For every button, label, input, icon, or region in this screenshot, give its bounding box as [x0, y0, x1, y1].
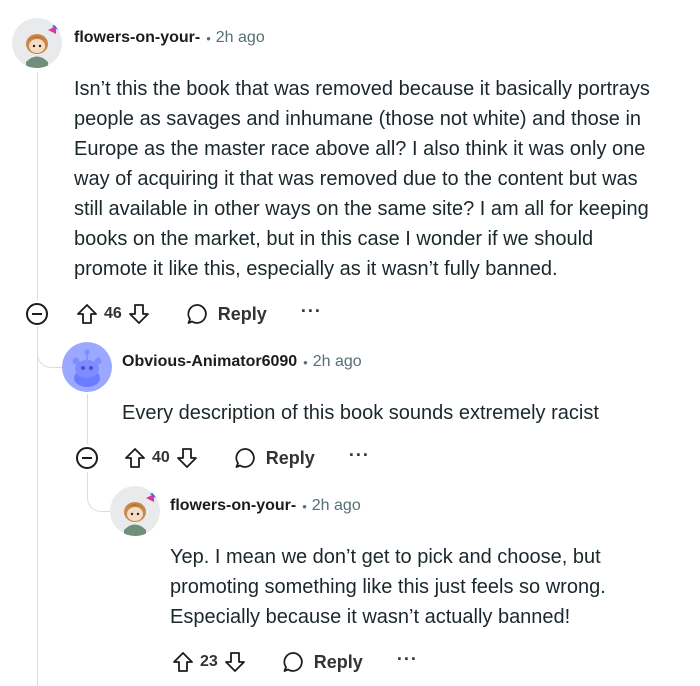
separator-dot: • [303, 354, 308, 370]
comment-actions: 40 Reply ··· [122, 442, 370, 474]
comment-meta: Obvious-Animator6090 • 2h ago [122, 353, 362, 371]
separator-dot: • [302, 498, 307, 514]
separator-dot: • [206, 30, 211, 46]
downvote-icon[interactable] [222, 649, 248, 675]
timestamp[interactable]: 2h ago [312, 497, 361, 515]
thread-elbow-2 [87, 472, 111, 512]
downvote-icon[interactable] [126, 301, 152, 327]
collapse-minus-icon[interactable] [26, 303, 48, 325]
author-name[interactable]: flowers-on-your- [74, 29, 200, 47]
comment-body: Isn’t this the book that was removed bec… [74, 74, 694, 284]
snoo-avatar[interactable] [62, 342, 112, 392]
vote-count: 23 [200, 653, 218, 670]
reply-button[interactable]: Reply [186, 302, 267, 326]
vote-count: 46 [104, 305, 122, 322]
downvote-icon[interactable] [174, 445, 200, 471]
comment-line: promoting something like this just feels… [170, 576, 606, 598]
comment-actions: 23 Reply ··· [170, 646, 418, 678]
thread-line-root [37, 72, 38, 300]
comment-line: people as savages and inhumane (those no… [74, 108, 642, 130]
reply-label: Reply [313, 651, 363, 672]
author-name[interactable]: Obvious-Animator6090 [122, 353, 297, 371]
comment-actions: 46 Reply ··· [74, 298, 322, 330]
reply-label: Reply [217, 303, 267, 324]
comment-body: Yep. I mean we don’t get to pick and cho… [170, 542, 690, 632]
comment-meta: flowers-on-your- • 2h ago [74, 29, 265, 47]
comment-line: Europe as the master race above all? I a… [74, 138, 646, 160]
upvote-icon[interactable] [122, 445, 148, 471]
comment-line: Especially because it wasn’t actually ba… [170, 606, 571, 628]
thread-line-level2 [87, 394, 88, 444]
comment-line: books on the market, but in this case I … [74, 228, 594, 250]
author-name[interactable]: flowers-on-your- [170, 497, 296, 515]
thread-line-root-lower [37, 326, 38, 686]
thread-elbow-1 [37, 330, 63, 368]
comment-line: Every description of this book sounds ex… [122, 402, 599, 424]
comment-line: still available in other ways on the sam… [74, 198, 649, 220]
comment-line: promote it like this, especially as it w… [74, 258, 558, 280]
timestamp[interactable]: 2h ago [313, 353, 362, 371]
reply-button[interactable]: Reply [234, 446, 315, 470]
comment-meta: flowers-on-your- • 2h ago [170, 497, 361, 515]
more-options-button[interactable]: ··· [301, 302, 322, 323]
reply-bubble-icon [235, 448, 255, 468]
reply-bubble-icon [283, 652, 303, 672]
collapse-minus-icon[interactable] [76, 447, 98, 469]
reply-button[interactable]: Reply [282, 650, 363, 674]
upvote-icon[interactable] [170, 649, 196, 675]
more-options-button[interactable]: ··· [349, 446, 370, 467]
custom-avatar[interactable] [12, 18, 62, 68]
reply-bubble-icon [187, 304, 207, 324]
vote-count: 40 [152, 449, 170, 466]
timestamp[interactable]: 2h ago [216, 29, 265, 47]
reply-label: Reply [265, 447, 315, 468]
more-options-button[interactable]: ··· [397, 650, 418, 671]
custom-avatar[interactable] [110, 486, 160, 536]
upvote-icon[interactable] [74, 301, 100, 327]
comment-body: Every description of this book sounds ex… [122, 398, 692, 428]
comment-line: Isn’t this the book that was removed bec… [74, 78, 650, 100]
comment-line: Yep. I mean we don’t get to pick and cho… [170, 546, 601, 568]
comment-line: way of acquiring it that was removed due… [74, 168, 638, 190]
